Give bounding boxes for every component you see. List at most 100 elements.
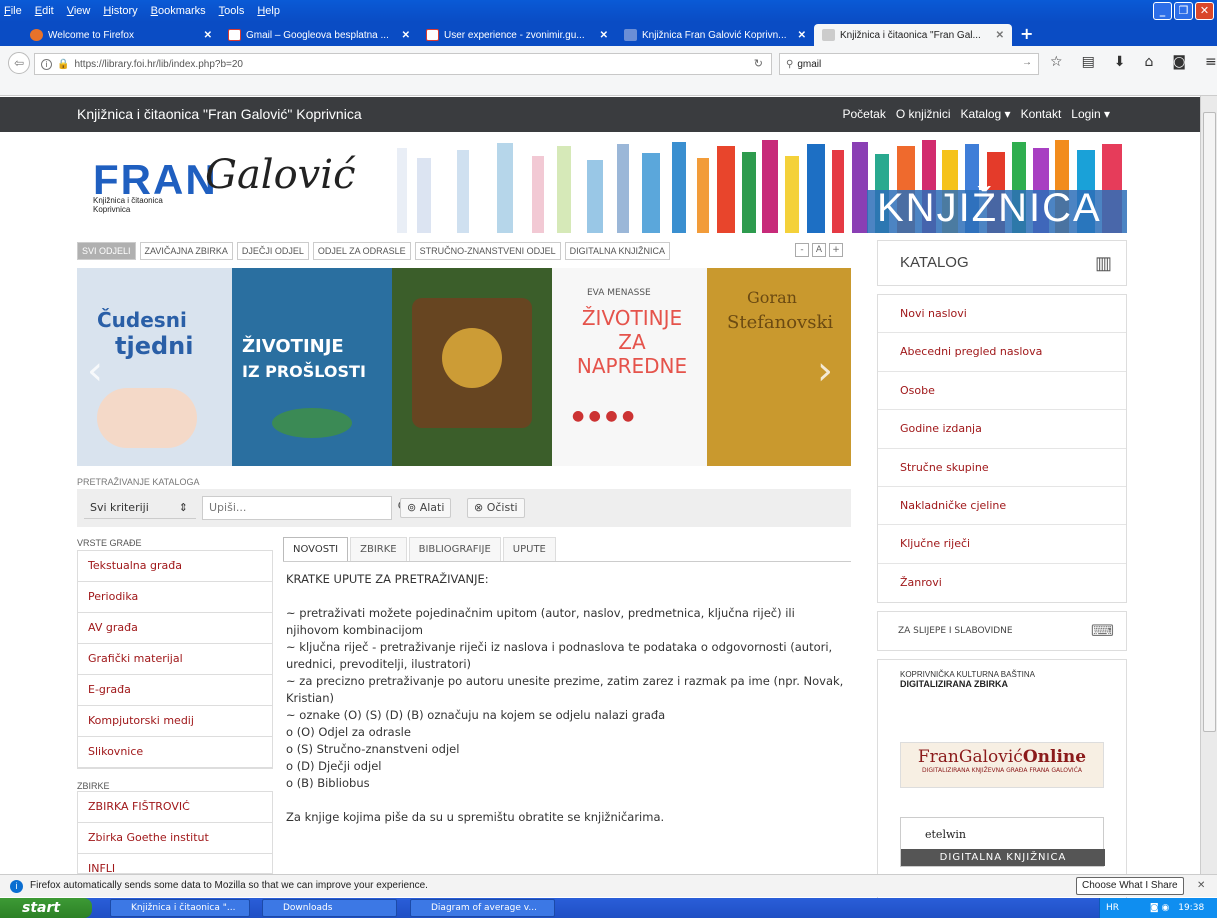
nav-kontakt[interactable]: Kontakt — [1021, 107, 1062, 121]
list-item[interactable]: Zbirka Goethe institut — [78, 823, 272, 854]
toolbar-icons: ☆ ▤ ⬇ ⌂ ◙ ≡ — [1050, 54, 1217, 70]
windows-taskbar: start Knjižnica i čitaonica "... Downloa… — [0, 898, 1217, 918]
start-button[interactable]: start — [0, 898, 92, 918]
katalog-item[interactable]: Godine izdanja — [878, 410, 1126, 449]
search-bar[interactable]: ⚲ gmail → — [779, 53, 1039, 75]
home-icon[interactable]: ⌂ — [1145, 54, 1154, 70]
tab-knjiznica-citaonica[interactable]: Knjižnica i čitaonica "Fran Gal... ✕ — [814, 24, 1012, 46]
banner-subtitle: Knjižnica i čitaonica Koprivnica — [93, 196, 163, 214]
close-tab-icon[interactable]: ✕ — [402, 30, 410, 41]
close-tab-icon[interactable]: ✕ — [204, 30, 212, 41]
dept-tab-svi-odjeli[interactable]: SVI ODJELI — [77, 242, 136, 260]
list-item[interactable]: Grafički materijal — [78, 644, 272, 675]
list-item[interactable]: ZBIRKA FIŠTROVIĆ — [78, 792, 272, 823]
instruction-line: ~ pretraživati možete pojedinačnim upito… — [286, 606, 795, 637]
menu-help[interactable]: Help — [257, 5, 280, 17]
hamburger-menu-icon[interactable]: ≡ — [1205, 54, 1217, 70]
tab-title: Welcome to Firefox — [48, 29, 134, 41]
maximize-button[interactable]: ❐ — [1174, 2, 1193, 20]
reading-list-icon[interactable]: ▤ — [1082, 54, 1095, 70]
font-increase-button[interactable]: + — [829, 243, 843, 257]
dept-tab-odrasle[interactable]: ODJEL ZA ODRASLE — [312, 242, 411, 260]
list-item[interactable]: AV građa — [78, 613, 272, 644]
nav-katalog[interactable]: Katalog ▾ — [961, 107, 1011, 121]
tab-novosti[interactable]: NOVOSTI — [283, 537, 349, 561]
menu-tools[interactable]: Tools — [219, 5, 245, 17]
catalog-search-input[interactable]: Upiši... — [202, 496, 392, 520]
list-item[interactable]: Periodika — [78, 582, 272, 613]
katalog-item[interactable]: Stručne skupine — [878, 449, 1126, 487]
menu-view[interactable]: View — [67, 5, 91, 17]
taskbar-item-downloads[interactable]: Downloads — [262, 899, 397, 917]
kulturna-bastina-banner[interactable]: KOPRIVNIČKA KULTURNA BAŠTINA DIGITALIZIR… — [900, 670, 1100, 725]
info-icon[interactable]: i — [41, 58, 52, 70]
instruction-line: o (B) Bibliobus — [286, 776, 370, 790]
dept-tab-strucno[interactable]: STRUČNO-ZNANSTVENI ODJEL — [414, 242, 561, 260]
list-item[interactable]: Tekstualna građa — [78, 551, 272, 582]
tab-knjiznica-fran[interactable]: Knjižnica Fran Galović Koprivn... ✕ — [616, 24, 814, 46]
za-slijepe-link[interactable]: ZA SLIJEPE I SLABOVIDNE ⌨ — [877, 611, 1127, 651]
close-tab-icon[interactable]: ✕ — [600, 30, 608, 41]
tab-zbirke[interactable]: ZBIRKE — [350, 537, 407, 561]
dept-tab-digitalna[interactable]: DIGITALNA KNJIŽNICA — [564, 242, 670, 260]
tab-title: User experience - zvonimir.gu... — [444, 29, 585, 41]
download-icon[interactable]: ⬇ — [1114, 54, 1126, 70]
tab-gmail[interactable]: Gmail – Googleova besplatna ... ✕ — [220, 24, 418, 46]
back-button[interactable]: ⇦ — [8, 52, 30, 74]
book-cover[interactable]: EVA MENASSE ŽIVOTINJE ZA NAPREDNE ● ● ● … — [552, 268, 707, 466]
minimize-button[interactable]: _ — [1153, 2, 1172, 20]
katalog-item[interactable]: Žanrovi — [878, 564, 1126, 602]
carousel-prev-icon[interactable]: ‹ — [87, 348, 103, 394]
close-notification-icon[interactable]: ✕ — [1197, 875, 1205, 897]
language-indicator[interactable]: HR — [1106, 903, 1119, 913]
list-item[interactable]: INFLI — [78, 854, 272, 873]
pocket-icon[interactable]: ◙ — [1172, 54, 1186, 70]
book-cover[interactable] — [392, 268, 552, 466]
katalog-item[interactable]: Ključne riječi — [878, 525, 1126, 564]
criteria-select[interactable]: Svi kriteriji ⇕ — [84, 497, 196, 519]
reload-icon[interactable]: ↻ — [754, 57, 763, 70]
url-bar[interactable]: i 🔒 https://library.foi.hr/lib/index.php… — [34, 53, 772, 75]
nav-o-knjiznici[interactable]: O knjižnici — [896, 107, 951, 121]
menu-bookmarks[interactable]: Bookmarks — [151, 5, 206, 17]
katalog-item[interactable]: Nakladničke cjeline — [878, 487, 1126, 526]
book-cover[interactable]: ŽIVOTINJE IZ PROŠLOSTI — [232, 268, 392, 466]
carousel-next-icon[interactable]: › — [817, 348, 833, 394]
alati-button[interactable]: ⊚ Alati — [400, 498, 452, 518]
list-item[interactable]: Slikovnice — [78, 737, 272, 768]
nav-pocetak[interactable]: Početak — [842, 107, 885, 121]
menu-file[interactable]: File — [4, 5, 22, 17]
close-window-button[interactable]: ✕ — [1195, 2, 1214, 20]
taskbar-item-firefox[interactable]: Knjižnica i čitaonica "... — [110, 899, 250, 917]
katalog-item[interactable]: Osobe — [878, 372, 1126, 411]
nav-login[interactable]: Login ▾ — [1071, 107, 1110, 121]
bookmark-star-icon[interactable]: ☆ — [1050, 54, 1063, 70]
tab-bibliografije[interactable]: BIBLIOGRAFIJE — [408, 537, 501, 561]
go-arrow-icon[interactable]: → — [1022, 57, 1032, 68]
scroll-thumb[interactable] — [1203, 112, 1216, 732]
tab-user-experience[interactable]: User experience - zvonimir.gu... ✕ — [418, 24, 616, 46]
font-reset-button[interactable]: A — [812, 243, 826, 257]
katalog-item[interactable]: Novi naslovi — [878, 295, 1126, 334]
close-tab-icon[interactable]: ✕ — [798, 30, 806, 41]
menu-history[interactable]: History — [103, 5, 137, 17]
taskbar-item-diagram[interactable]: Diagram of average v... — [410, 899, 555, 917]
list-item[interactable]: E-građa — [78, 675, 272, 706]
tab-upute[interactable]: UPUTE — [502, 537, 556, 561]
digitalna-knjiznica-banner[interactable]: etelwin DIGITALNA KNJIŽNICA — [900, 817, 1105, 867]
ocisti-button[interactable]: ⊗ Očisti — [467, 498, 525, 518]
vertical-scrollbar[interactable] — [1200, 96, 1217, 889]
list-item[interactable]: Kompjutorski medij — [78, 706, 272, 737]
menu-edit[interactable]: Edit — [35, 5, 54, 17]
font-decrease-button[interactable]: - — [795, 243, 809, 257]
site-brand[interactable]: Knjižnica i čitaonica "Fran Galović" Kop… — [77, 106, 362, 122]
dept-tab-zavicajna[interactable]: ZAVIČAJNA ZBIRKA — [139, 242, 233, 260]
katalog-item[interactable]: Abecedni pregled naslova — [878, 333, 1126, 372]
fran-galovic-online-banner[interactable]: FranGalovićOnline DIGITALIZIRANA KNJIŽEV… — [900, 742, 1104, 788]
tab-welcome-firefox[interactable]: Welcome to Firefox ✕ — [22, 24, 220, 46]
choose-share-button[interactable]: Choose What I Share — [1076, 877, 1184, 895]
system-tray: HR ◙ ◉ 19:38 — [1099, 898, 1217, 918]
close-tab-icon[interactable]: ✕ — [996, 30, 1004, 41]
dept-tab-djecji[interactable]: DJEČJI ODJEL — [236, 242, 309, 260]
new-tab-button[interactable]: + — [1020, 24, 1033, 46]
